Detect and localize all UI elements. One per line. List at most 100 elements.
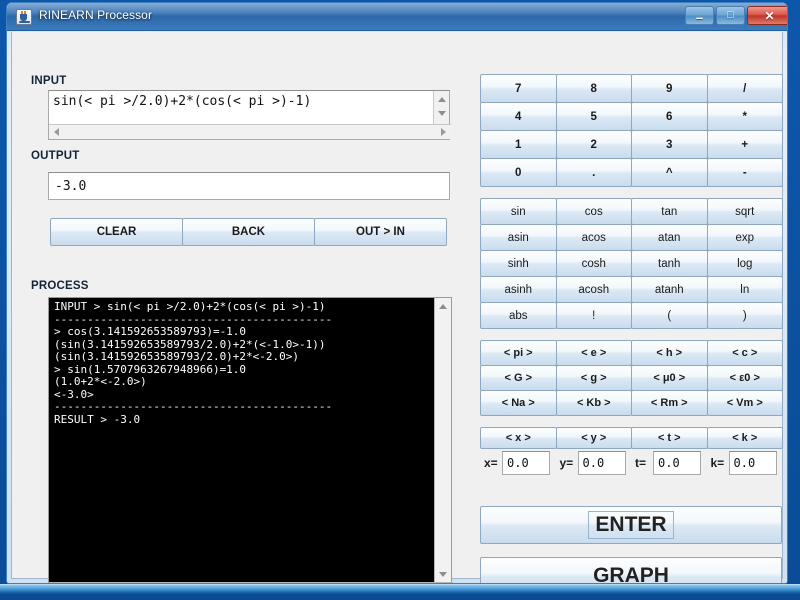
key-7[interactable]: 7 — [480, 74, 557, 103]
window-title: RINEARN Processor — [39, 8, 153, 22]
variable-t-group: t= 0.0 — [631, 451, 707, 475]
const-c[interactable]: < c > — [706, 340, 783, 366]
scroll-down-icon[interactable] — [439, 572, 447, 577]
key-0[interactable]: 0 — [480, 158, 557, 187]
clear-button[interactable]: CLEAR — [50, 218, 183, 246]
output-section-label: OUTPUT — [31, 150, 80, 162]
process-console[interactable]: INPUT > sin(< pi >/2.0)+2*(cos(< pi >)-1… — [48, 297, 453, 583]
fn-paren-open[interactable]: ( — [631, 302, 708, 329]
key-8[interactable]: 8 — [555, 74, 632, 103]
variable-k-input[interactable]: 0.0 — [728, 451, 777, 475]
input-section-label: INPUT — [31, 75, 67, 87]
key-decimal[interactable]: . — [555, 158, 632, 187]
variable-y-label: y= — [559, 456, 574, 470]
var-t[interactable]: < t > — [631, 427, 708, 449]
const-epsilon0[interactable]: < ε0 > — [706, 365, 783, 391]
variable-x-group: x= 0.0 — [480, 451, 556, 475]
desktop-taskbar — [0, 584, 800, 600]
const-g[interactable]: < g > — [555, 365, 632, 391]
scroll-left-icon[interactable] — [54, 128, 59, 136]
scroll-down-icon[interactable] — [438, 111, 446, 116]
const-Kb[interactable]: < Kb > — [555, 390, 632, 416]
input-expression-text: sin(< pi >/2.0)+2*(cos(< pi >)-1) — [53, 94, 312, 109]
fn-tanh[interactable]: tanh — [631, 250, 708, 277]
variable-x-label: x= — [484, 456, 498, 470]
input-vertical-scrollbar[interactable] — [433, 91, 449, 125]
process-vertical-scrollbar[interactable] — [434, 298, 451, 583]
key-9[interactable]: 9 — [631, 74, 708, 103]
const-G[interactable]: < G > — [480, 365, 557, 391]
const-pi[interactable]: < pi > — [480, 340, 557, 366]
variable-value-row: x= 0.0 y= 0.0 t= 0.0 k= 0.0 — [480, 451, 782, 475]
var-k[interactable]: < k > — [706, 427, 783, 449]
graph-button[interactable]: GRAPH — [480, 557, 782, 583]
key-5[interactable]: 5 — [555, 102, 632, 131]
fn-sin[interactable]: sin — [480, 198, 557, 225]
var-y[interactable]: < y > — [555, 427, 632, 449]
fn-log[interactable]: log — [706, 250, 783, 277]
close-button[interactable]: ✕ — [747, 6, 787, 25]
const-e[interactable]: < e > — [555, 340, 632, 366]
key-power[interactable]: ^ — [631, 158, 708, 187]
fn-abs[interactable]: abs — [480, 302, 557, 329]
fn-cos[interactable]: cos — [555, 198, 632, 225]
fn-cosh[interactable]: cosh — [555, 250, 632, 277]
scroll-up-icon[interactable] — [439, 304, 447, 309]
back-button[interactable]: BACK — [182, 218, 315, 246]
enter-button[interactable]: ENTER — [480, 506, 782, 544]
const-h[interactable]: < h > — [631, 340, 708, 366]
fn-sqrt[interactable]: sqrt — [706, 198, 783, 225]
key-4[interactable]: 4 — [480, 102, 557, 131]
const-mu0[interactable]: < μ0 > — [631, 365, 708, 391]
key-2[interactable]: 2 — [555, 130, 632, 159]
key-3[interactable]: 3 — [631, 130, 708, 159]
fn-tan[interactable]: tan — [631, 198, 708, 225]
variable-keypad: < x > < y > < t > < k > — [480, 427, 783, 449]
output-field[interactable]: -3.0 — [48, 172, 450, 200]
variable-k-group: k= 0.0 — [707, 451, 783, 475]
fn-acosh[interactable]: acosh — [555, 276, 632, 303]
window-frame-inner: RINEARN Processor – □ ✕ INPUT sin(< pi >… — [7, 3, 787, 583]
icon-cup — [20, 14, 27, 21]
fn-paren-close[interactable]: ) — [706, 302, 783, 329]
title-bar: RINEARN Processor – □ ✕ — [7, 3, 787, 31]
minimize-button[interactable]: – — [685, 6, 714, 25]
numeric-keypad: 7 8 9 / 4 5 6 * 1 2 3 + 0 . ^ - — [480, 74, 783, 187]
key-divide[interactable]: / — [706, 74, 783, 103]
fn-exp[interactable]: exp — [706, 224, 783, 251]
fn-factorial[interactable]: ! — [555, 302, 632, 329]
input-horizontal-scrollbar[interactable] — [49, 124, 451, 139]
close-icon: ✕ — [764, 9, 775, 23]
key-minus[interactable]: - — [706, 158, 783, 187]
const-Rm[interactable]: < Rm > — [631, 390, 708, 416]
fn-atan[interactable]: atan — [631, 224, 708, 251]
variable-t-label: t= — [635, 456, 647, 470]
scroll-up-icon[interactable] — [438, 97, 446, 102]
variable-t-input[interactable]: 0.0 — [653, 451, 701, 475]
out-to-in-button[interactable]: OUT > IN — [314, 218, 447, 246]
keypad-panel: 7 8 9 / 4 5 6 * 1 2 3 + 0 . ^ - sin cos — [480, 74, 783, 475]
fn-acos[interactable]: acos — [555, 224, 632, 251]
fn-sinh[interactable]: sinh — [480, 250, 557, 277]
process-horizontal-scrollbar[interactable] — [49, 582, 453, 583]
variable-x-input[interactable]: 0.0 — [502, 451, 550, 475]
fn-ln[interactable]: ln — [706, 276, 783, 303]
key-multiply[interactable]: * — [706, 102, 783, 131]
key-plus[interactable]: + — [706, 130, 783, 159]
key-1[interactable]: 1 — [480, 130, 557, 159]
process-log-text: INPUT > sin(< pi >/2.0)+2*(cos(< pi >)-1… — [54, 300, 333, 426]
function-keypad: sin cos tan sqrt asin acos atan exp sinh… — [480, 198, 783, 329]
maximize-button[interactable]: □ — [716, 6, 745, 25]
fn-atanh[interactable]: atanh — [631, 276, 708, 303]
process-section-label: PROCESS — [31, 280, 89, 292]
input-textarea[interactable]: sin(< pi >/2.0)+2*(cos(< pi >)-1) — [48, 90, 451, 140]
key-6[interactable]: 6 — [631, 102, 708, 131]
scroll-right-icon[interactable] — [441, 128, 446, 136]
const-Na[interactable]: < Na > — [480, 390, 557, 416]
fn-asinh[interactable]: asinh — [480, 276, 557, 303]
const-Vm[interactable]: < Vm > — [706, 390, 783, 416]
var-x[interactable]: < x > — [480, 427, 557, 449]
fn-asin[interactable]: asin — [480, 224, 557, 251]
variable-y-input[interactable]: 0.0 — [577, 451, 626, 475]
icon-saucer — [19, 21, 30, 23]
